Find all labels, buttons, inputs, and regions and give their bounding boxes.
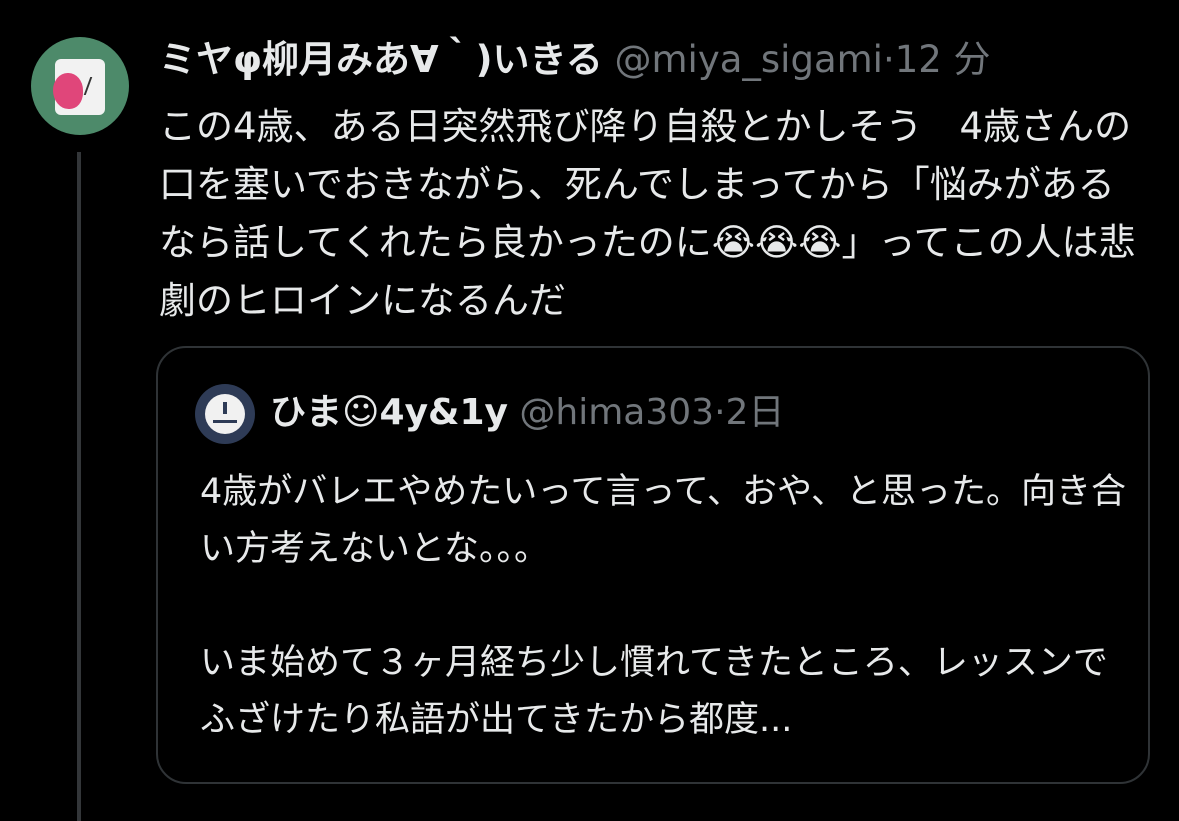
quote-timestamp[interactable]: 2日	[726, 392, 785, 433]
timestamp[interactable]: 12 分	[895, 38, 991, 81]
quote-handle[interactable]: @hima303	[519, 392, 714, 433]
quote-avatar-badge	[205, 394, 245, 434]
quote-separator-dot: ·	[714, 392, 726, 433]
tweet-text: この4歳、ある日突然飛び降り自殺とかしそう 4歳さんの口を塞いでおきながら、死ん…	[159, 105, 1136, 322]
tweet-header: ミヤφ柳月みあ∀｀)いきる @miya_sigami·12 分	[159, 38, 991, 82]
avatar[interactable]	[31, 37, 129, 135]
quote-header: ひま☺4y&1y @hima303·2日	[270, 391, 784, 435]
quote-avatar[interactable]	[195, 384, 255, 444]
tweet[interactable]: ミヤφ柳月みあ∀｀)いきる @miya_sigami·12 分 この4歳、ある日…	[0, 0, 1179, 821]
quote-avatar-tag	[223, 402, 227, 414]
avatar-heart	[53, 73, 83, 109]
quote-text: 4歳がバレエやめたいって言って、おや、と思った。向き合い方考えないとな。。。 い…	[200, 472, 1126, 740]
quote-avatar-text	[213, 420, 237, 423]
separator-dot: ·	[882, 38, 895, 81]
thread-line	[77, 152, 81, 821]
handle[interactable]: @miya_sigami	[615, 38, 883, 81]
quote-tweet[interactable]: ひま☺4y&1y @hima303·2日 4歳がバレエやめたいって言って、おや、…	[156, 346, 1150, 784]
display-name[interactable]: ミヤφ柳月みあ∀｀)いきる	[159, 38, 603, 81]
quote-display-name[interactable]: ひま☺4y&1y	[270, 392, 508, 433]
